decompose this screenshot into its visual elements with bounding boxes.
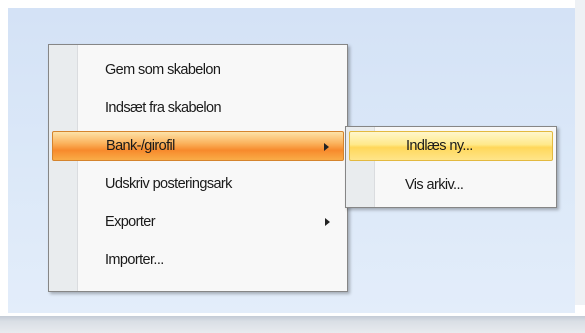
- menu-item-label: Exporter: [105, 214, 156, 230]
- menu-item-label: Bank-/girofil: [106, 138, 175, 154]
- menu-item-print-postings[interactable]: Udskriv posteringsark: [52, 169, 344, 199]
- chevron-right-icon: [324, 143, 329, 151]
- bank-file-submenu: Indlæs ny... Vis arkiv...: [345, 126, 557, 208]
- menu-item-label: Vis arkiv...: [405, 177, 464, 193]
- status-bar-edge: [0, 316, 585, 333]
- menu-item-label: Importer...: [105, 252, 164, 268]
- menu-item-label: Indlæs ny...: [406, 138, 473, 154]
- menu-item-label: Udskriv posteringsark: [105, 176, 232, 192]
- submenu-item-load-new[interactable]: Indlæs ny...: [349, 131, 553, 161]
- menu-item-export[interactable]: Exporter: [52, 207, 344, 237]
- context-menu: Gem som skabelon Indsæt fra skabelon Ban…: [48, 44, 348, 292]
- chevron-right-icon: [325, 218, 330, 226]
- menu-item-import[interactable]: Importer...: [52, 245, 344, 275]
- menu-item-bank-file[interactable]: Bank-/girofil: [52, 131, 344, 161]
- window-edge: [575, 0, 585, 305]
- menu-item-label: Gem som skabelon: [105, 62, 221, 78]
- menu-item-label: Indsæt fra skabelon: [105, 100, 222, 116]
- menu-item-insert-template[interactable]: Indsæt fra skabelon: [52, 93, 344, 123]
- submenu-item-view-archive[interactable]: Vis arkiv...: [349, 170, 553, 200]
- menu-item-save-template[interactable]: Gem som skabelon: [52, 55, 344, 85]
